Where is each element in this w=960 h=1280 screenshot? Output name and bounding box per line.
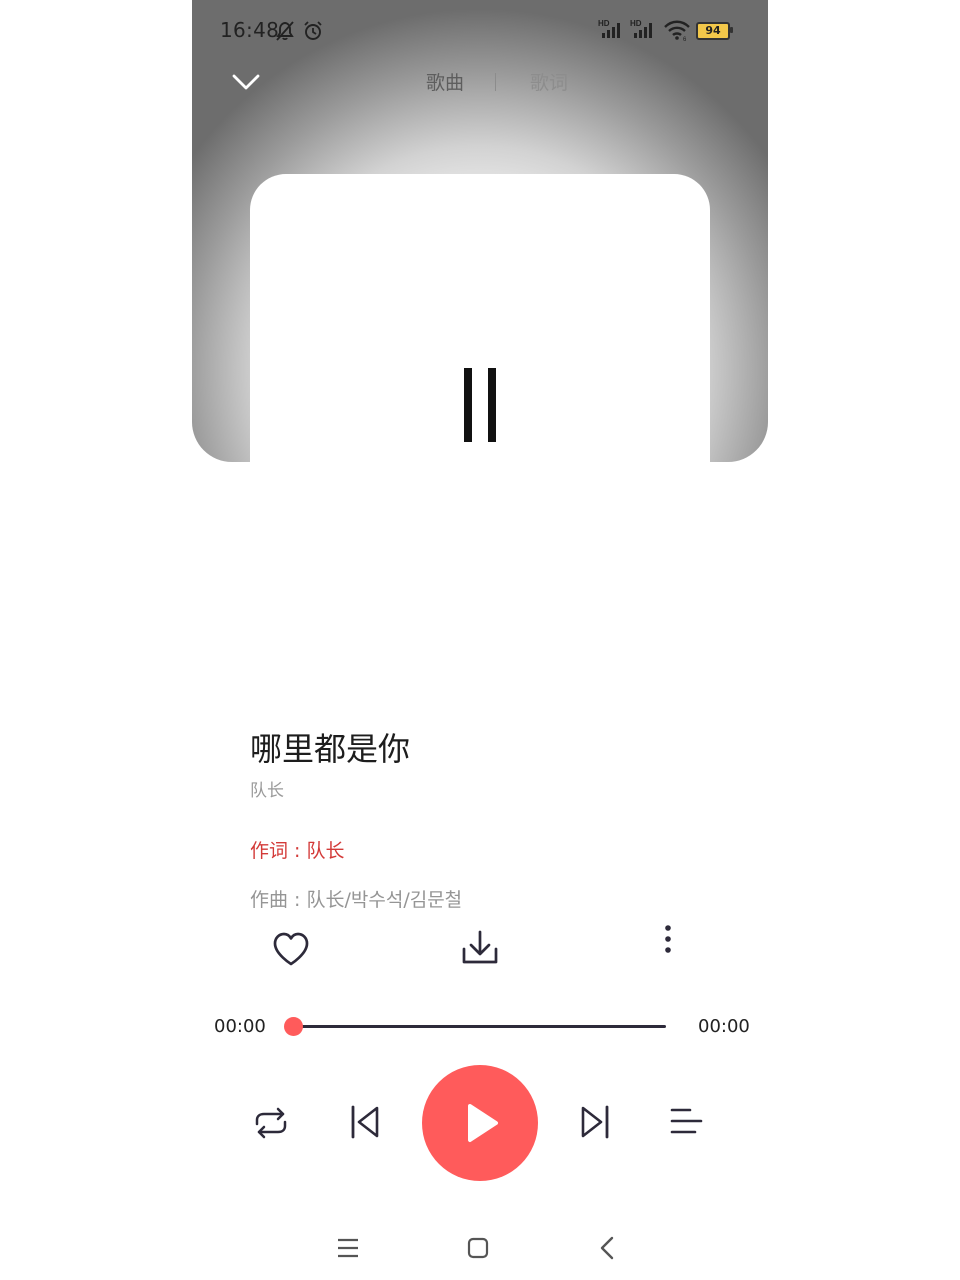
back-icon[interactable] — [590, 1230, 626, 1266]
wifi-icon: 6 — [664, 20, 690, 42]
music-player-screen: 16:48 HD HD 6 94 歌曲 歌词 哪里都是你 队长 作词: 队长 … — [192, 0, 768, 1280]
download-icon[interactable] — [460, 928, 500, 968]
menu-icon[interactable] — [330, 1230, 366, 1266]
song-title: 哪里都是你 — [250, 730, 411, 768]
hd-signal-icon: HD — [630, 19, 652, 38]
playlist-icon[interactable] — [668, 1104, 706, 1140]
elapsed-time: 00:00 — [214, 1016, 266, 1037]
composer-credit: 作曲 : 队长/박수석/김문철 — [250, 889, 463, 911]
pause-bar-right — [488, 368, 496, 442]
more-vertical-icon[interactable] — [658, 924, 678, 956]
progress-thumb[interactable] — [284, 1017, 303, 1036]
hd-signal-icon: HD — [598, 19, 620, 38]
tab-song[interactable]: 歌曲 — [426, 68, 464, 95]
album-cover-card — [250, 174, 710, 462]
battery-icon: 94 — [696, 22, 730, 40]
battery-tip — [730, 27, 733, 33]
mute-bell-icon — [276, 21, 294, 41]
alarm-icon — [304, 21, 322, 40]
pause-bar-left — [464, 368, 472, 442]
header-hero: 16:48 HD HD 6 94 歌曲 歌词 — [192, 0, 768, 462]
system-nav-bar — [192, 1218, 768, 1280]
collapse-chevron-icon[interactable] — [230, 68, 262, 96]
previous-icon[interactable] — [346, 1102, 384, 1142]
next-icon[interactable] — [576, 1102, 614, 1142]
lyricist-credit: 作词 : 队长 — [250, 840, 345, 862]
total-time: 00:00 — [698, 1016, 750, 1037]
play-button[interactable] — [422, 1065, 538, 1181]
pause-icon[interactable] — [464, 368, 496, 442]
home-icon[interactable] — [460, 1230, 496, 1266]
top-bar: 歌曲 歌词 — [192, 60, 768, 104]
tab-lyrics[interactable]: 歌词 — [530, 68, 568, 95]
svg-text:HD: HD — [630, 19, 642, 28]
play-icon — [468, 1104, 498, 1142]
heart-icon[interactable] — [271, 930, 311, 970]
repeat-icon[interactable] — [252, 1104, 290, 1142]
artist-name[interactable]: 队长 — [250, 776, 284, 801]
tab-divider — [495, 73, 496, 91]
svg-text:6: 6 — [683, 37, 687, 42]
progress-track[interactable] — [293, 1025, 666, 1028]
status-time: 16:48 — [220, 18, 280, 42]
svg-text:HD: HD — [598, 19, 610, 28]
status-bar: 16:48 HD HD 6 94 — [192, 0, 768, 60]
